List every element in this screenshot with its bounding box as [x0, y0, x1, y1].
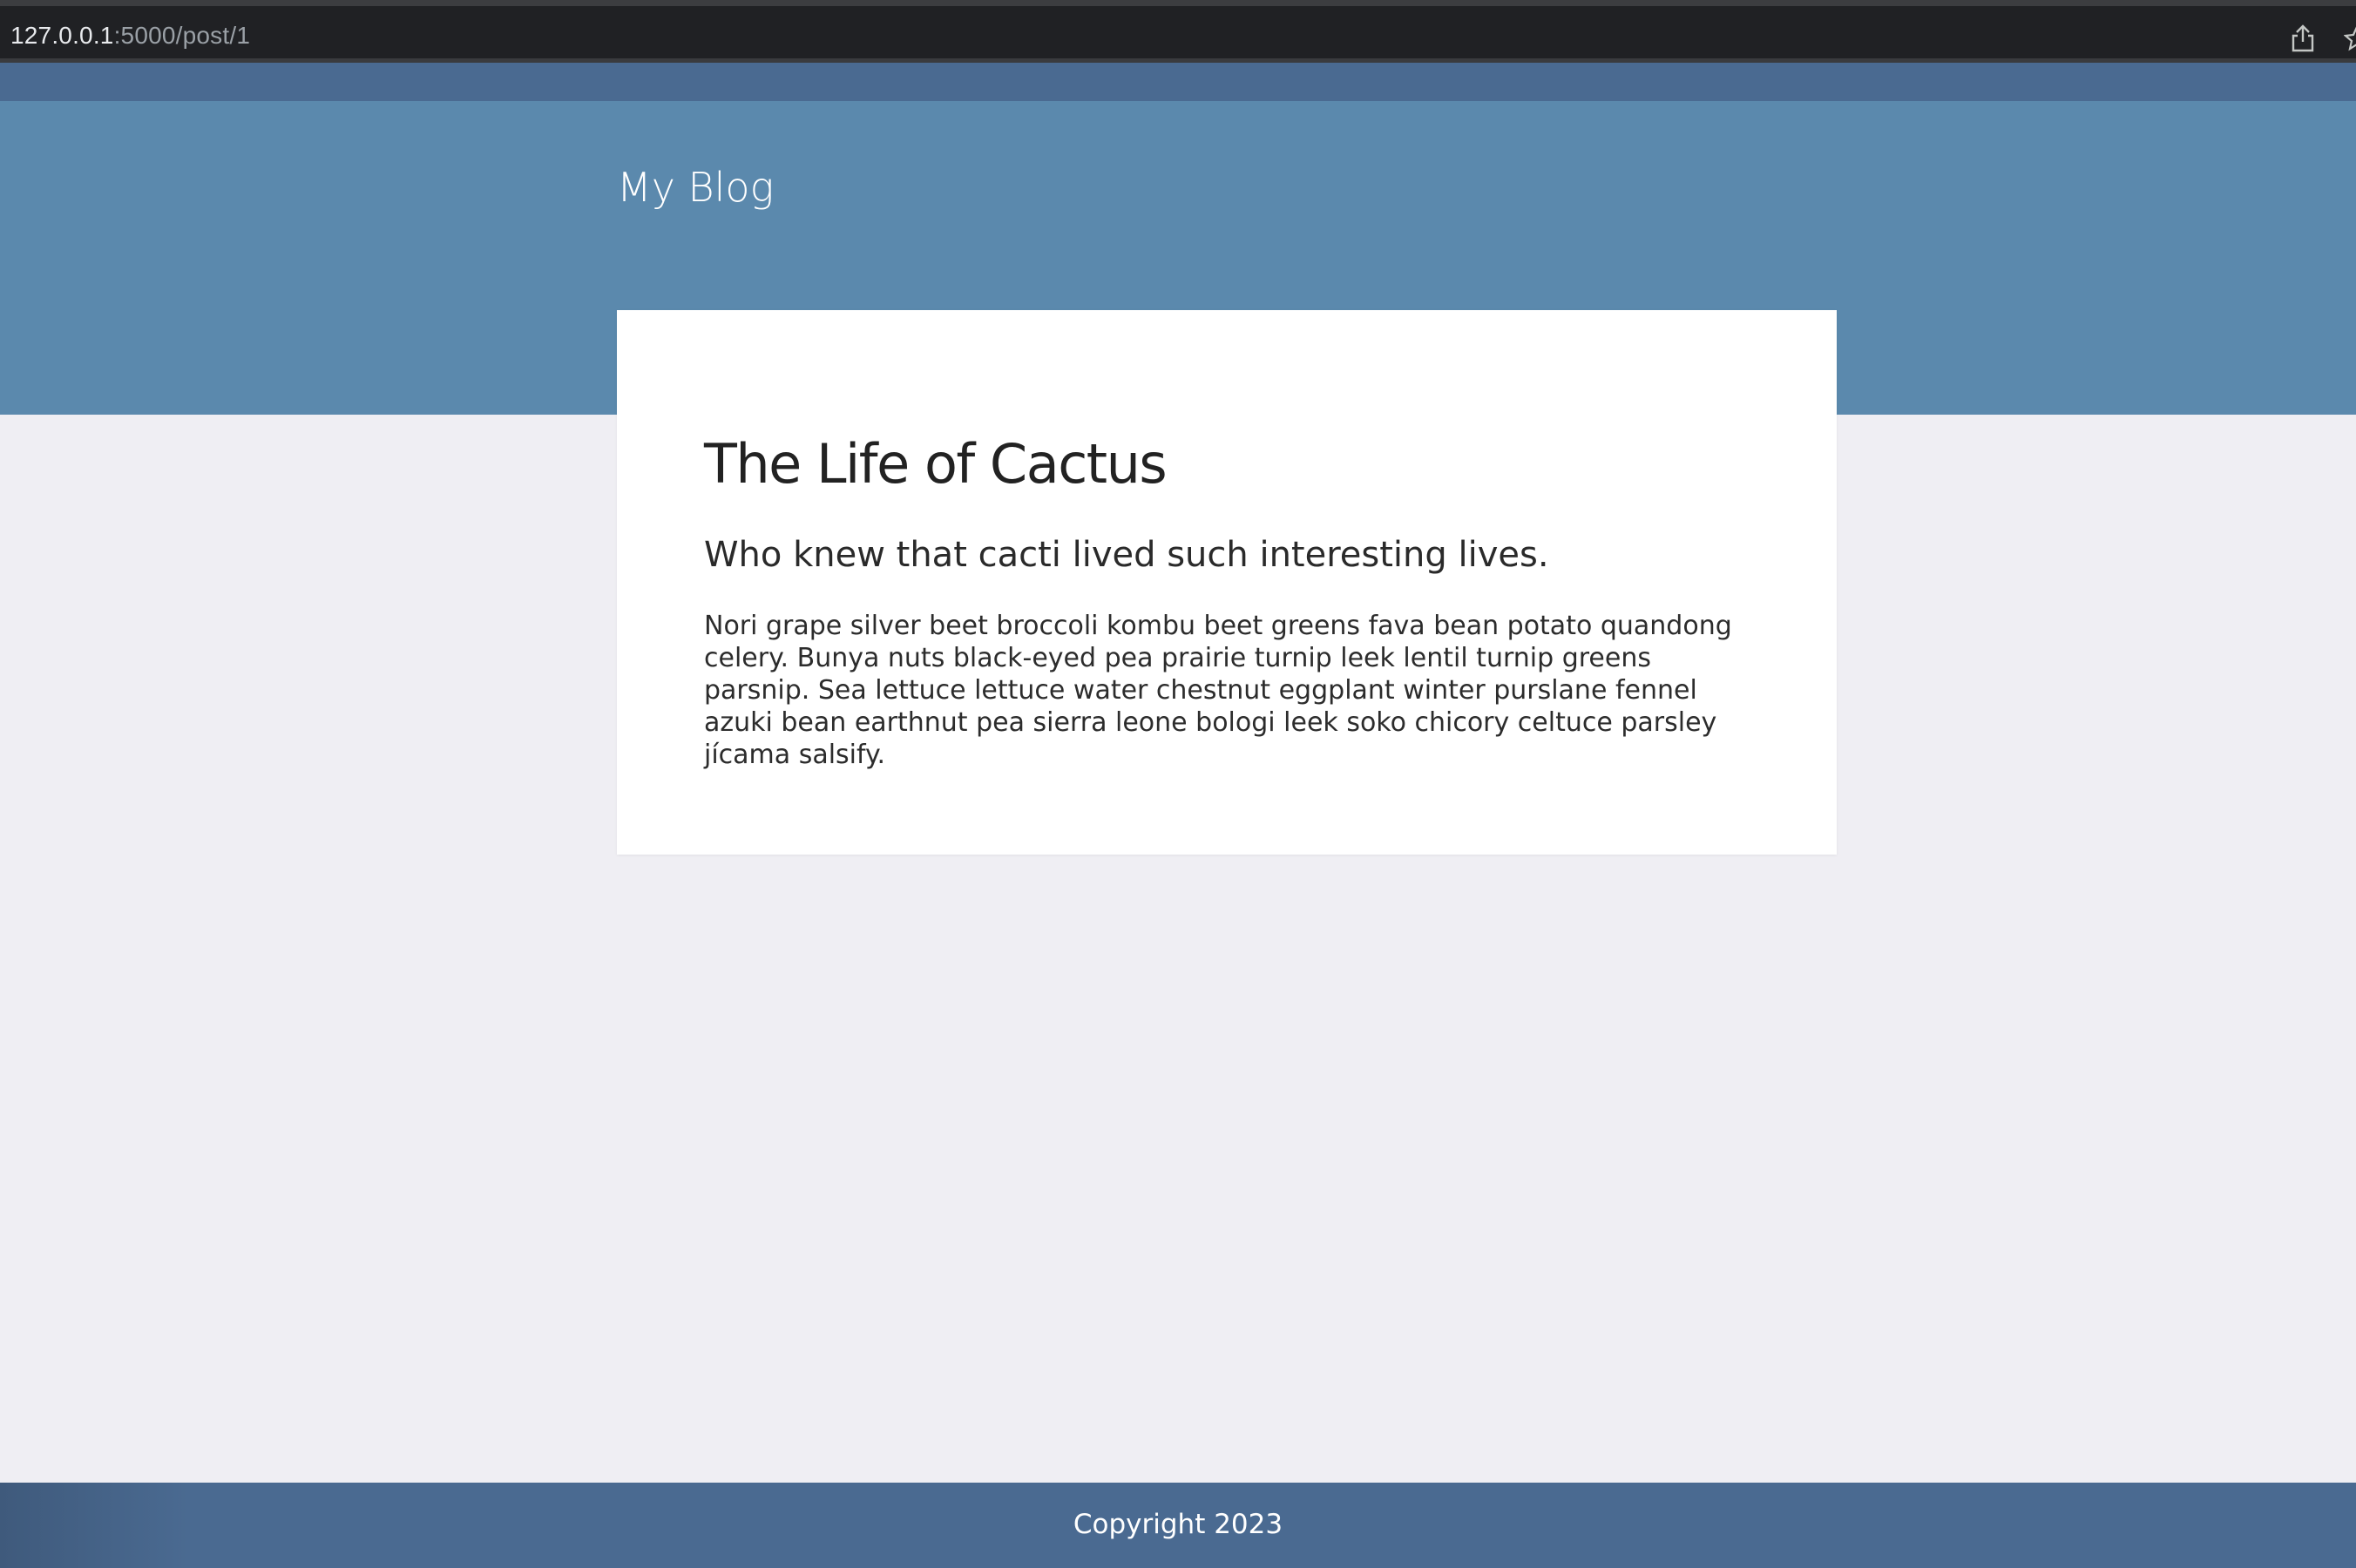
- brand-link[interactable]: My Blog: [617, 164, 774, 211]
- url-path: :5000/post/1: [113, 22, 251, 49]
- copyright-text: Copyright 2023: [1073, 1509, 1283, 1540]
- url-host: 127.0.0.1: [10, 22, 114, 49]
- browser-toolbar: 127.0.0.1:5000/post/1: [0, 0, 2356, 63]
- share-icon[interactable]: [2290, 24, 2316, 53]
- site-footer: Copyright 2023: [0, 1483, 2356, 1568]
- nav-strip: [0, 63, 2356, 101]
- post-title: The Life of Cactus: [704, 432, 1168, 496]
- star-icon[interactable]: [2344, 25, 2356, 51]
- post-body: Nori grape silver beet broccoli kombu be…: [704, 611, 1732, 770]
- post-subtitle: Who knew that cacti lived such interesti…: [704, 535, 1549, 575]
- address-bar[interactable]: 127.0.0.1:5000/post/1: [10, 22, 250, 50]
- post-card: The Life of Cactus Who knew that cacti l…: [617, 310, 1837, 855]
